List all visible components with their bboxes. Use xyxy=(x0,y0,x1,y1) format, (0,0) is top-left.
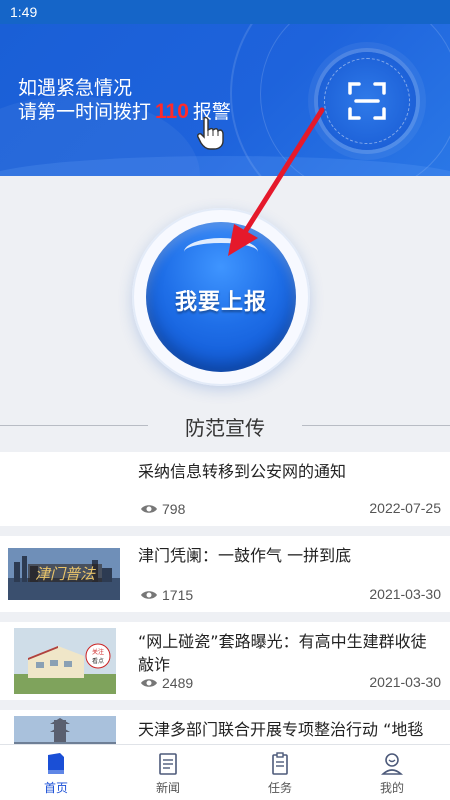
tab-task[interactable]: 任务 xyxy=(224,745,336,800)
tab-profile[interactable]: 我的 xyxy=(336,745,448,800)
news-meta: 798 2022-07-25 xyxy=(140,500,441,518)
home-icon xyxy=(48,753,64,774)
views-icon xyxy=(141,505,157,514)
svg-text:津门普法: 津门普法 xyxy=(35,565,96,583)
view-count: 798 xyxy=(162,501,186,518)
news-title: 津门凭阑：一鼓作气 一拼到底 xyxy=(138,546,352,565)
task-icon xyxy=(272,752,288,775)
section-header: 防范宣传 xyxy=(0,408,450,442)
views-icon xyxy=(141,679,157,688)
tab-label: 我的 xyxy=(379,781,404,795)
tab-news[interactable]: 新闻 xyxy=(112,745,224,800)
emergency-line-1: 如遇紧急情况 xyxy=(18,77,133,99)
news-title: 采纳信息转移到公安网的通知 xyxy=(138,462,347,481)
svg-text:关注: 关注 xyxy=(92,648,104,656)
news-icon xyxy=(159,753,177,775)
section-title: 防范宣传 xyxy=(185,416,265,440)
views-icon xyxy=(141,591,157,600)
tab-label: 新闻 xyxy=(155,781,180,795)
svg-text:看点: 看点 xyxy=(92,657,104,665)
status-bar: 1:49 xyxy=(0,0,450,24)
news-meta: 2489 2021-03-30 xyxy=(140,674,441,692)
news-item[interactable]: 关注 看点 “网上碰瓷”套路曝光：有高中生建群收徒敲诈 2489 2021-03… xyxy=(0,622,450,700)
tab-home[interactable]: 首页 xyxy=(0,745,112,800)
profile-icon xyxy=(381,753,403,775)
publish-date: 2022-07-25 xyxy=(369,500,441,516)
news-item[interactable]: 采纳信息转移到公安网的通知 798 2022-07-25 xyxy=(0,452,450,526)
publish-date: 2021-03-30 xyxy=(369,586,441,602)
hotline-number[interactable]: 110 xyxy=(155,100,189,123)
news-thumbnail: 关注 看点 xyxy=(14,628,116,694)
news-meta: 1715 2021-03-30 xyxy=(140,586,441,604)
news-title: “网上碰瓷”套路曝光：有高中生建群收徒敲诈 xyxy=(138,632,427,674)
tab-label: 任务 xyxy=(267,781,292,795)
report-button-label: 我要上报 xyxy=(174,290,267,315)
news-thumbnail: 津门普法 xyxy=(8,548,120,600)
pointer-arrow-icon xyxy=(228,107,325,256)
scan-icon xyxy=(348,82,386,120)
publish-date: 2021-03-30 xyxy=(369,674,441,690)
bottom-tab-bar: 首页 新闻 任务 我的 xyxy=(0,744,450,800)
tab-label: 首页 xyxy=(43,781,68,795)
scan-button[interactable] xyxy=(318,52,416,150)
status-time: 1:49 xyxy=(10,4,38,20)
view-count: 2489 xyxy=(162,675,194,692)
view-count: 1715 xyxy=(162,587,194,604)
news-item[interactable]: 津门普法 津门凭阑：一鼓作气 一拼到底 1715 2021-03-30 xyxy=(0,536,450,612)
